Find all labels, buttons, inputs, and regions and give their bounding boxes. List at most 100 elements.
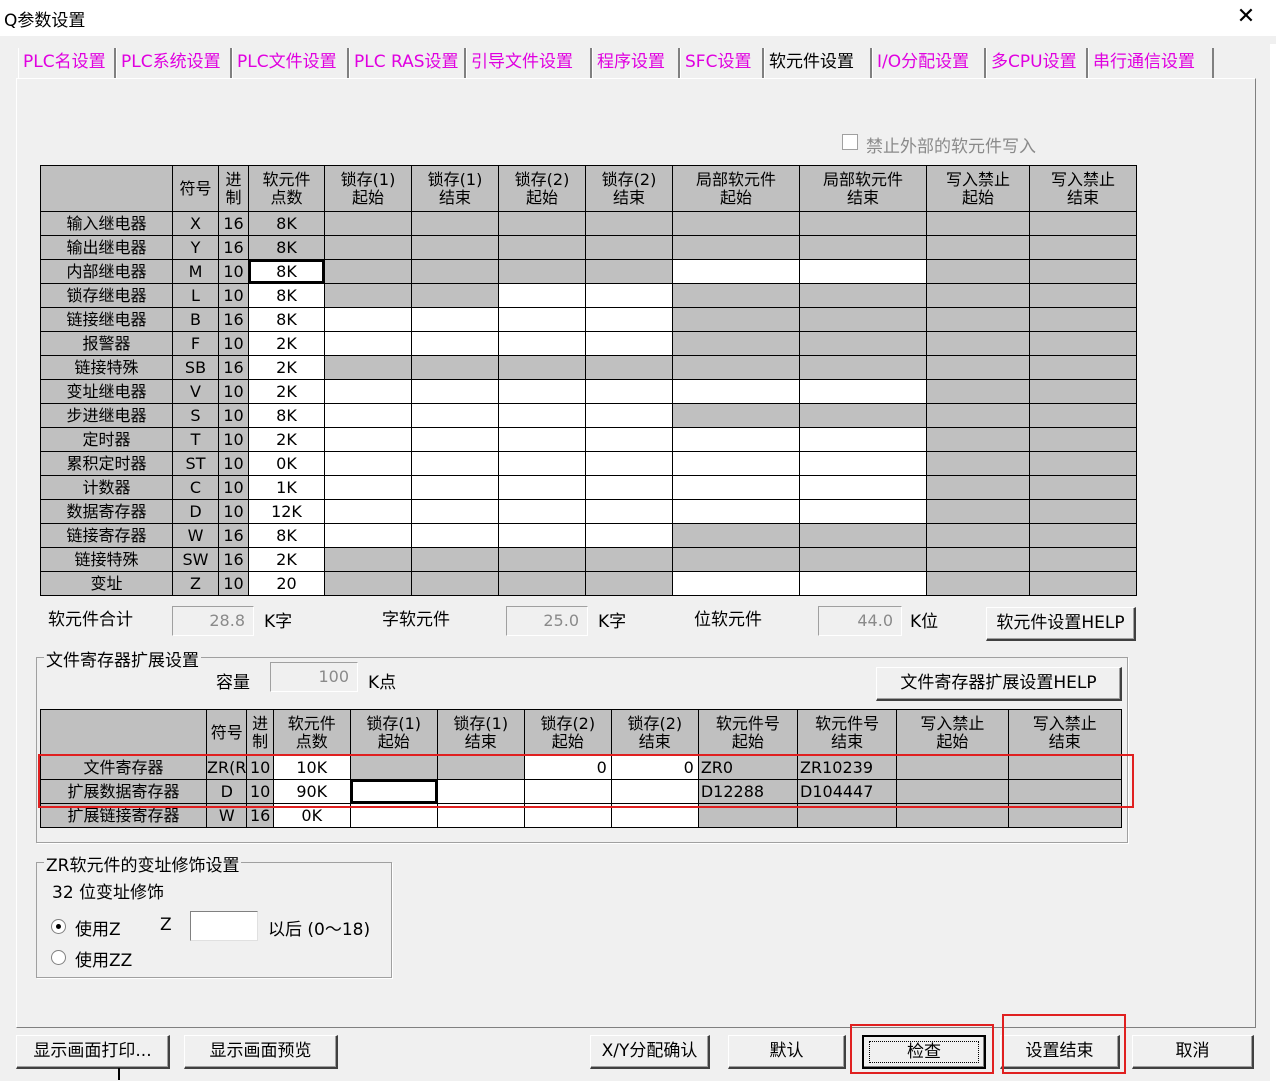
- latch1-start-cell[interactable]: [324, 379, 412, 404]
- latch1-end-cell[interactable]: [411, 451, 499, 476]
- print-screen-button[interactable]: 显示画面打印...: [16, 1035, 170, 1069]
- device-points-cell[interactable]: 8K: [248, 283, 325, 308]
- device-points-cell[interactable]: 8K: [248, 403, 325, 428]
- local-end-cell[interactable]: [799, 499, 927, 524]
- local-end-cell[interactable]: [799, 379, 927, 404]
- xy-assign-confirm-button[interactable]: X/Y分配确认: [590, 1035, 710, 1069]
- latch2-start-cell[interactable]: [498, 499, 586, 524]
- latch2-end-cell[interactable]: [585, 403, 673, 428]
- tab-plc-system[interactable]: PLC系统设置: [116, 48, 232, 78]
- local-start-cell[interactable]: [672, 259, 800, 284]
- device-points-cell[interactable]: 2K: [248, 427, 325, 452]
- latch2-end-cell[interactable]: [585, 379, 673, 404]
- latch2-start-cell[interactable]: [498, 283, 586, 308]
- latch1-end-cell[interactable]: [411, 379, 499, 404]
- device-points-cell[interactable]: 12K: [248, 499, 325, 524]
- device-points-cell[interactable]: 20: [248, 571, 325, 596]
- local-start-cell[interactable]: [672, 451, 800, 476]
- device-points-cell[interactable]: 2K: [248, 379, 325, 404]
- tab-plc-name[interactable]: PLC名设置: [18, 48, 116, 78]
- device-points-cell[interactable]: 0K: [248, 451, 325, 476]
- local-end-cell[interactable]: [799, 259, 927, 284]
- local-end-cell[interactable]: [799, 475, 927, 500]
- file-register-help-button[interactable]: 文件寄存器扩展设置HELP: [876, 667, 1122, 701]
- local-end-cell[interactable]: [799, 427, 927, 452]
- default-button[interactable]: 默认: [728, 1035, 846, 1069]
- tab-sfc[interactable]: SFC设置: [680, 48, 764, 78]
- latch2-start-cell[interactable]: [498, 523, 586, 548]
- register-points-cell[interactable]: 10K: [272, 755, 351, 780]
- latch2-end-cell[interactable]: 0: [610, 755, 699, 780]
- tab-plc-file[interactable]: PLC文件设置: [232, 48, 349, 78]
- tab-serial[interactable]: 串行通信设置: [1088, 48, 1214, 78]
- z-start-input[interactable]: [190, 911, 258, 941]
- latch1-start-cell[interactable]: [349, 803, 438, 828]
- prohibit-external-write-checkbox[interactable]: [842, 134, 858, 150]
- register-points-cell[interactable]: 90K: [272, 779, 351, 804]
- latch1-start-cell[interactable]: [324, 523, 412, 548]
- latch2-start-cell[interactable]: [523, 803, 612, 828]
- latch2-end-cell[interactable]: [585, 451, 673, 476]
- latch2-end-cell[interactable]: [610, 779, 699, 804]
- tab-plc-ras[interactable]: PLC RAS设置: [349, 48, 466, 78]
- latch2-end-cell[interactable]: [585, 283, 673, 308]
- latch2-end-cell[interactable]: [585, 331, 673, 356]
- latch2-start-cell[interactable]: [498, 379, 586, 404]
- device-points-cell[interactable]: 8K: [248, 259, 325, 284]
- local-start-cell[interactable]: [672, 427, 800, 452]
- latch1-start-cell[interactable]: [324, 475, 412, 500]
- latch1-start-cell[interactable]: [324, 403, 412, 428]
- latch1-end-cell[interactable]: [436, 779, 525, 804]
- device-points-cell[interactable]: 8K: [248, 523, 325, 548]
- local-start-cell[interactable]: [672, 499, 800, 524]
- latch2-start-cell[interactable]: [498, 403, 586, 428]
- local-end-cell[interactable]: [799, 451, 927, 476]
- latch1-end-cell[interactable]: [411, 475, 499, 500]
- latch2-start-cell[interactable]: [498, 427, 586, 452]
- latch2-end-cell[interactable]: [585, 523, 673, 548]
- latch1-start-cell[interactable]: [324, 307, 412, 332]
- tab-program[interactable]: 程序设置: [592, 48, 680, 78]
- preview-screen-button[interactable]: 显示画面预览: [184, 1035, 338, 1069]
- latch2-end-cell[interactable]: [585, 475, 673, 500]
- device-points-cell[interactable]: 8K: [248, 307, 325, 332]
- tab-multi-cpu[interactable]: 多CPU设置: [986, 48, 1088, 78]
- register-points-cell[interactable]: 0K: [272, 803, 351, 828]
- latch1-end-cell[interactable]: [411, 331, 499, 356]
- device-points-cell[interactable]: 2K: [248, 355, 325, 380]
- latch1-start-cell[interactable]: [324, 331, 412, 356]
- tab-device[interactable]: 软元件设置: [764, 48, 872, 78]
- local-start-cell[interactable]: [672, 571, 800, 596]
- device-points-cell[interactable]: 2K: [248, 547, 325, 572]
- latch1-start-cell[interactable]: [349, 779, 438, 804]
- device-help-button[interactable]: 软元件设置HELP: [986, 607, 1136, 641]
- latch1-end-cell[interactable]: [411, 403, 499, 428]
- latch2-end-cell[interactable]: [585, 427, 673, 452]
- latch1-end-cell[interactable]: [436, 803, 525, 828]
- latch1-end-cell[interactable]: [411, 427, 499, 452]
- latch2-end-cell[interactable]: [585, 499, 673, 524]
- latch2-start-cell[interactable]: 0: [523, 755, 612, 780]
- latch2-end-cell[interactable]: [610, 803, 699, 828]
- finish-settings-button[interactable]: 设置结束: [1000, 1035, 1120, 1069]
- latch2-start-cell[interactable]: [498, 331, 586, 356]
- latch2-start-cell[interactable]: [498, 451, 586, 476]
- latch1-end-cell[interactable]: [411, 499, 499, 524]
- latch1-end-cell[interactable]: [411, 307, 499, 332]
- use-z-radio[interactable]: [51, 919, 66, 934]
- device-points-cell[interactable]: 1K: [248, 475, 325, 500]
- latch2-start-cell[interactable]: [498, 307, 586, 332]
- close-icon[interactable]: ✕: [1236, 4, 1256, 30]
- latch1-start-cell[interactable]: [324, 451, 412, 476]
- tab-boot-file[interactable]: 引导文件设置: [466, 48, 592, 78]
- tab-io-assign[interactable]: I/O分配设置: [872, 48, 986, 78]
- device-points-cell[interactable]: 2K: [248, 331, 325, 356]
- local-start-cell[interactable]: [672, 379, 800, 404]
- cancel-button[interactable]: 取消: [1132, 1035, 1254, 1069]
- latch1-end-cell[interactable]: [411, 523, 499, 548]
- latch1-start-cell[interactable]: [324, 499, 412, 524]
- latch2-start-cell[interactable]: [523, 779, 612, 804]
- latch2-start-cell[interactable]: [498, 475, 586, 500]
- local-start-cell[interactable]: [672, 475, 800, 500]
- latch2-end-cell[interactable]: [585, 307, 673, 332]
